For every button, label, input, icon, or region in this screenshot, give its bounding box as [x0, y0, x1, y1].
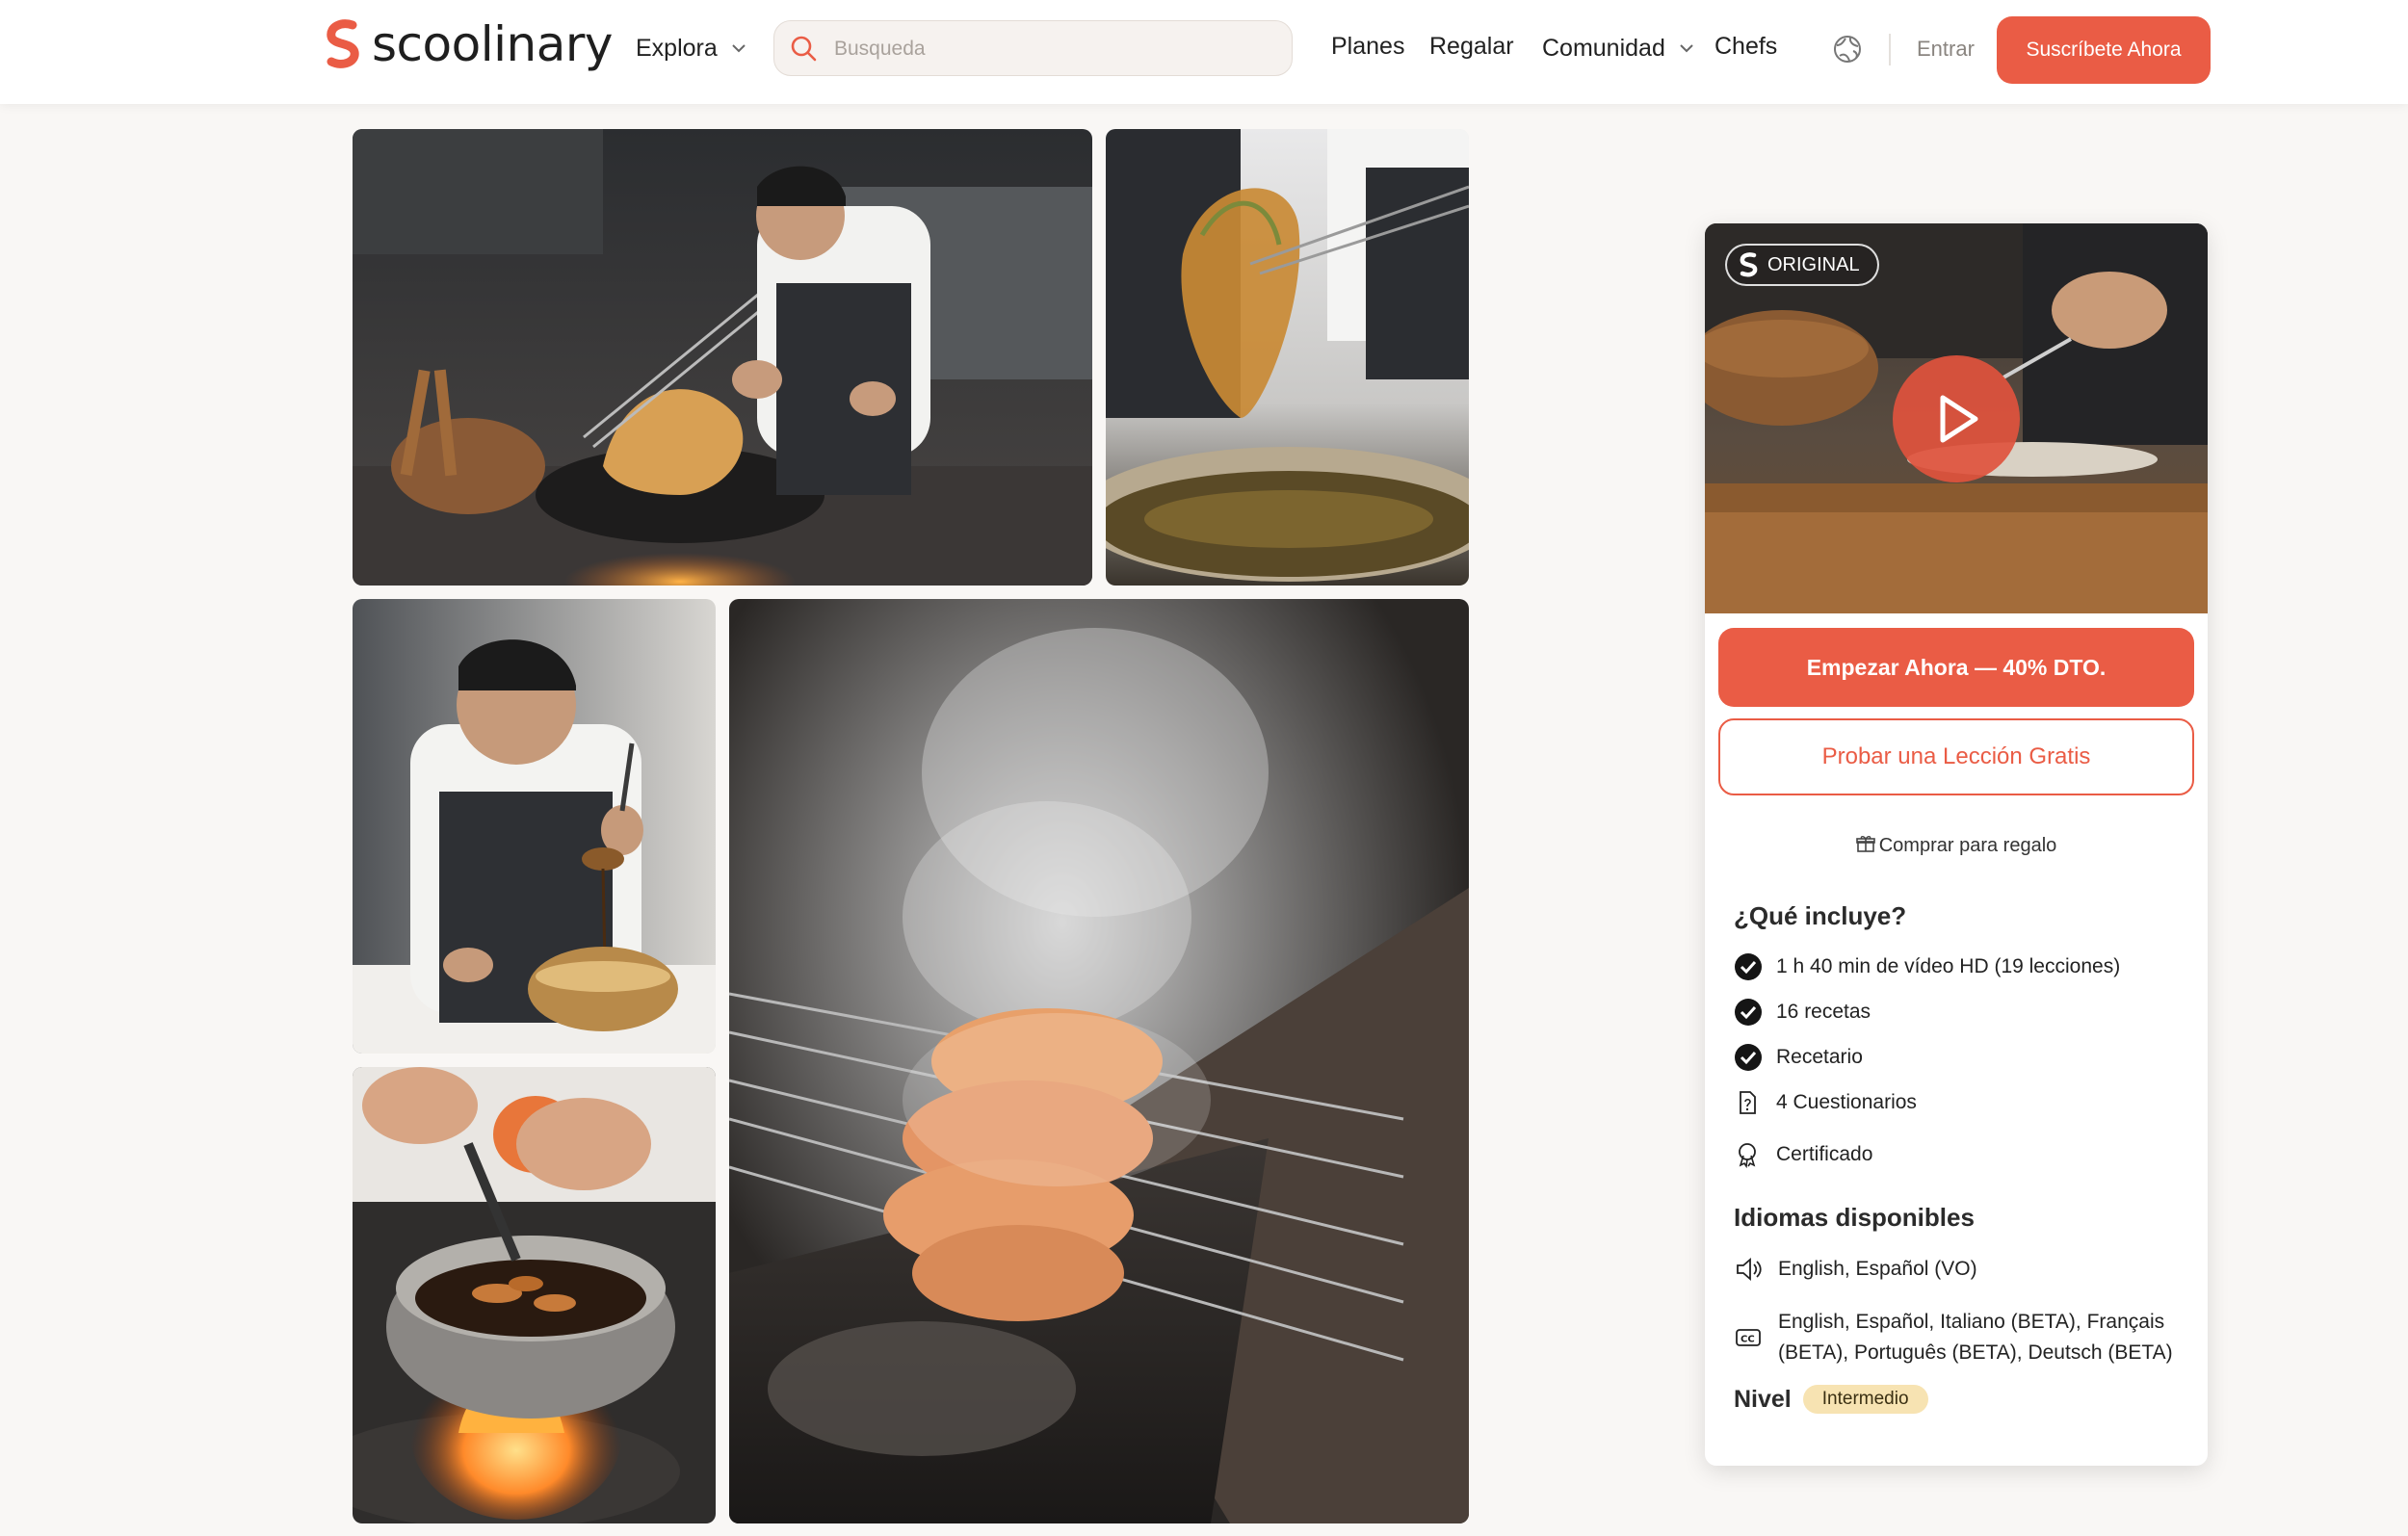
include-item-label: 1 h 40 min de vídeo HD (19 lecciones) — [1776, 955, 2121, 977]
chevron-down-icon — [732, 44, 746, 53]
course-level: Nivel Intermedio — [1734, 1385, 1928, 1414]
header-divider — [1889, 34, 1891, 65]
course-card: ORIGINAL Empezar Ahora — 40% DTO. Probar… — [1705, 223, 2208, 1466]
includes-title: ¿Qué incluye? — [1734, 901, 1907, 930]
community-label: Comunidad — [1542, 34, 1665, 62]
include-item: Recetario — [1734, 1042, 1863, 1073]
include-item-label: Certificado — [1776, 1143, 1873, 1165]
site-header: scoolinary Explora Planes Regalar Comuni… — [0, 0, 2408, 104]
include-item: 4 Cuestionarios — [1734, 1087, 1917, 1118]
search-box — [773, 20, 1293, 76]
gift-label: Comprar para regalo — [1878, 835, 2057, 856]
level-label: Nivel — [1734, 1385, 1792, 1413]
quiz-document-icon — [1740, 1091, 1756, 1114]
free-lesson-button[interactable]: Probar una Lección Gratis — [1718, 718, 2194, 795]
include-item: Certificado — [1734, 1139, 1872, 1170]
include-item: 1 h 40 min de vídeo HD (19 lecciones) — [1734, 951, 2120, 982]
pot-on-fire-image — [353, 1067, 716, 1523]
gallery-photo-fire[interactable] — [353, 1067, 716, 1523]
gift-icon — [1855, 836, 1875, 852]
course-trailer[interactable]: ORIGINAL — [1705, 223, 2208, 613]
frying-noodles-image — [1106, 129, 1469, 586]
logo[interactable]: scoolinary — [324, 15, 613, 73]
original-badge-label: ORIGINAL — [1767, 253, 1860, 275]
audio-languages: English, Español (VO) — [1734, 1254, 1977, 1285]
chevron-down-icon — [1680, 44, 1693, 53]
chef-wok-image — [353, 129, 1092, 586]
include-item-label: 4 Cuestionarios — [1776, 1091, 1917, 1113]
logo-mark-icon — [1740, 252, 1758, 277]
subscribe-button[interactable]: Suscríbete Ahora — [1997, 16, 2211, 84]
login-link[interactable]: Entrar — [1917, 37, 1975, 62]
svg-text:CC: CC — [1741, 1335, 1755, 1345]
original-badge: ORIGINAL — [1725, 244, 1879, 286]
audio-languages-label: English, Español (VO) — [1778, 1258, 1977, 1280]
closed-captions-icon: CC — [1736, 1329, 1761, 1346]
buy-as-gift-link[interactable]: Comprar para regalo — [1705, 834, 2208, 857]
include-item-label: Recetario — [1776, 1046, 1863, 1068]
languages-title: Idiomas disponibles — [1734, 1203, 1975, 1232]
nav-link-chefs[interactable]: Chefs — [1714, 33, 1777, 61]
include-item-label: 16 recetas — [1776, 1001, 1871, 1023]
level-badge: Intermedio — [1802, 1385, 1928, 1414]
speaker-icon — [1737, 1258, 1762, 1281]
explore-menu[interactable]: Explora — [636, 29, 746, 67]
grilled-skewers-image — [729, 599, 1469, 1523]
include-item: 16 recetas — [1734, 997, 1871, 1028]
certificate-icon — [1739, 1143, 1756, 1168]
explore-label: Explora — [636, 34, 718, 62]
subtitle-languages-line: English, Español, Italiano (BETA), Franç… — [1778, 1311, 2165, 1333]
gallery-photo-skewers[interactable] — [729, 599, 1469, 1523]
check-circle-icon — [1735, 999, 1762, 1026]
gallery-photo-frying[interactable] — [1106, 129, 1469, 586]
logo-text: scoolinary — [372, 16, 613, 72]
subtitle-languages-line: (BETA), Português (BETA), Deutsch (BETA) — [1778, 1341, 2173, 1364]
nav-link-gift[interactable]: Regalar — [1429, 33, 1514, 61]
community-menu[interactable]: Comunidad — [1542, 29, 1694, 67]
play-icon[interactable] — [1893, 355, 2020, 482]
nav-link-plans[interactable]: Planes — [1331, 33, 1404, 61]
check-circle-icon — [1735, 1044, 1762, 1071]
start-now-button[interactable]: Empezar Ahora — 40% DTO. — [1718, 628, 2194, 707]
search-input[interactable] — [832, 29, 1279, 69]
gallery-photo-sauce[interactable] — [353, 599, 716, 1054]
logo-mark-icon — [327, 19, 359, 68]
subtitle-languages: CC English, Español, Italiano (BETA), Fr… — [1734, 1307, 2173, 1368]
search-icon — [791, 36, 817, 62]
globe-icon[interactable] — [1832, 34, 1863, 65]
chef-sauce-image — [353, 599, 716, 1054]
check-circle-icon — [1735, 953, 1762, 980]
gallery-photo-wok[interactable] — [353, 129, 1092, 586]
